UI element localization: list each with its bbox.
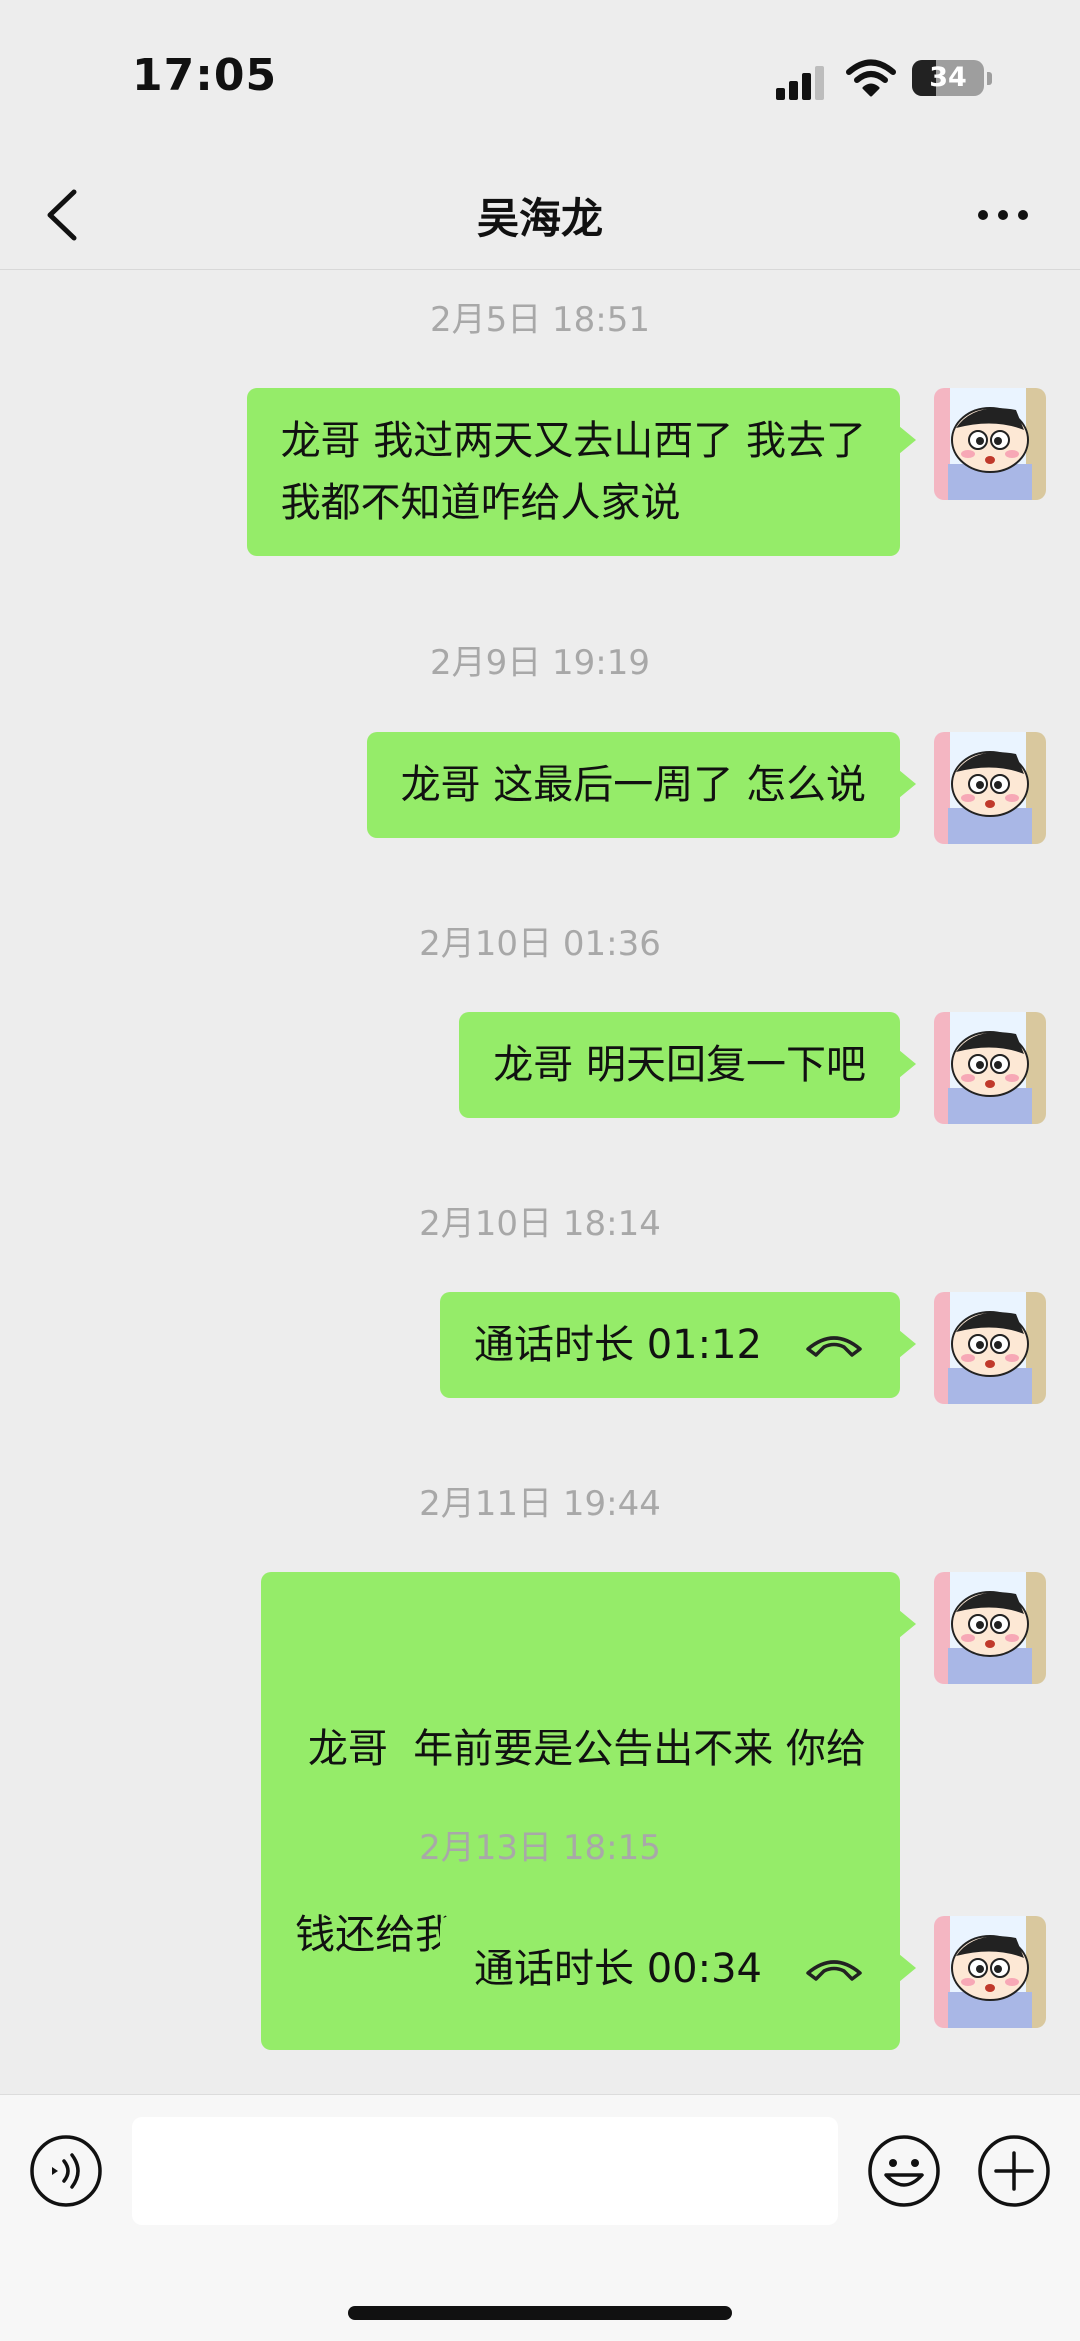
avatar[interactable]	[934, 388, 1046, 500]
avatar-image-icon	[934, 1012, 1046, 1124]
message-bubble[interactable]: 龙哥 这最后一周了 怎么说	[366, 732, 917, 838]
status-bar: 17:05 34	[0, 0, 1080, 160]
message-timestamp: 2月10日 18:14	[419, 1204, 661, 1244]
battery-icon: 34	[912, 60, 984, 96]
message-input[interactable]	[132, 2117, 838, 2225]
battery-level: 34	[929, 62, 967, 93]
wifi-icon	[846, 59, 896, 97]
avatar-image-icon	[934, 1292, 1046, 1404]
phone-hangup-icon	[806, 1960, 862, 1981]
status-time: 17:05	[132, 50, 278, 101]
battery-tip	[987, 72, 992, 85]
message-timestamp: 2月13日 18:15	[419, 1828, 661, 1868]
emoji-button[interactable]	[866, 2133, 942, 2209]
phone-hangup-icon	[806, 1336, 862, 1357]
message-text-line: 我都不知道咋给人家说	[280, 480, 681, 526]
voice-input-button[interactable]	[28, 2133, 104, 2209]
call-duration-text: 通话时长 00:34	[474, 1946, 762, 1992]
call-duration-text: 通话时长 01:12	[474, 1322, 762, 1368]
message-timestamp: 2月5日 18:51	[429, 300, 651, 340]
message-timestamp: 2月10日 01:36	[419, 924, 661, 964]
message-timestamp: 2月11日 19:44	[419, 1484, 661, 1524]
avatar[interactable]	[934, 1012, 1046, 1124]
message-text-line: 龙哥 明天回复一下吧	[493, 1042, 866, 1088]
chat-header: 吴海龙	[0, 160, 1080, 270]
more-options-button[interactable]	[968, 190, 1038, 240]
message-timestamp: 2月9日 19:19	[429, 643, 651, 683]
cellular-signal-icon	[776, 64, 826, 100]
chat-input-bar	[0, 2094, 1080, 2341]
call-record-bubble[interactable]: 通话时长 01:12	[440, 1292, 916, 1398]
message-bubble[interactable]: 龙哥 明天回复一下吧	[459, 1012, 916, 1118]
message-text-line: 龙哥 我过两天又去山西了 我去了	[280, 418, 866, 464]
avatar-image-icon	[934, 1916, 1046, 2028]
more-functions-button[interactable]	[976, 2133, 1052, 2209]
message-text-line: 龙哥 这最后一周了 怎么说	[400, 762, 866, 808]
avatar-image-icon	[934, 388, 1046, 500]
call-record-bubble[interactable]: 通话时长 00:34	[440, 1916, 916, 2022]
avatar[interactable]	[934, 732, 1046, 844]
home-indicator[interactable]	[348, 2306, 732, 2320]
message-text-line: 龙哥 年前要是公告出不来 你给	[295, 1726, 866, 1772]
avatar-image-icon	[934, 1572, 1046, 1684]
chat-title: 吴海龙	[476, 194, 603, 243]
message-bubble[interactable]: 龙哥 我过两天又去山西了 我去了 我都不知道咋给人家说	[246, 388, 917, 556]
avatar[interactable]	[934, 1916, 1046, 2028]
avatar-image-icon	[934, 732, 1046, 844]
avatar[interactable]	[934, 1292, 1046, 1404]
avatar[interactable]	[934, 1572, 1046, 1684]
